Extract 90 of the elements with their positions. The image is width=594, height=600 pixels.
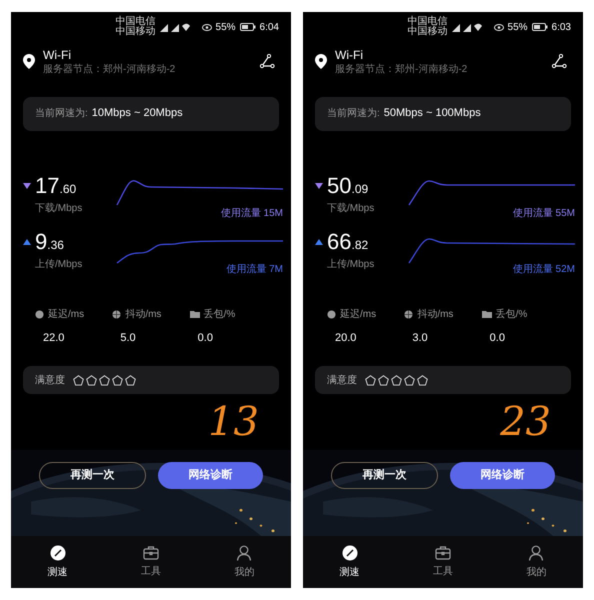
folder-icon xyxy=(482,310,492,318)
data-usage-label: 使用流量 15M xyxy=(220,208,283,218)
carrier-label: 中国移动 xyxy=(408,27,448,37)
star-icon[interactable] xyxy=(365,374,376,386)
briefcase-icon xyxy=(434,545,451,560)
signal-icon xyxy=(160,22,190,32)
handwritten-note: 13 xyxy=(208,402,259,447)
nav-tab[interactable]: 工具 xyxy=(104,545,198,579)
clock-time: 6:04 xyxy=(260,20,279,34)
battery-icon xyxy=(532,23,548,31)
server-node-label: 服务器节点：郑州-河南移动-2 xyxy=(335,64,468,76)
rate-label: 当前网速为: xyxy=(35,106,88,121)
metric-label: 延迟/ms xyxy=(48,308,84,322)
nav-tab[interactable]: 测速 xyxy=(303,544,396,580)
diagnose-button[interactable]: 网络诊断 xyxy=(450,462,555,489)
metric-value: 3.0 xyxy=(412,330,429,346)
globe-icon xyxy=(404,310,414,318)
eye-icon xyxy=(202,24,212,30)
person-icon xyxy=(236,544,252,560)
nav-tab[interactable]: 我的 xyxy=(198,544,291,580)
up-triangle-icon xyxy=(23,238,31,244)
star-icon[interactable] xyxy=(99,374,110,386)
rate-value: 10Mbps ~ 20Mbps xyxy=(92,106,183,122)
speed-unit-label: 下载/Mbps xyxy=(35,202,84,216)
carrier-label: 中国电信 xyxy=(116,17,156,27)
metric-label: 延迟/ms xyxy=(340,308,376,322)
speed-value: 66.82 xyxy=(327,230,368,252)
down-triangle-icon xyxy=(315,182,323,188)
down-triangle-icon xyxy=(23,182,31,188)
metric-label: 丢包/% xyxy=(496,308,528,322)
diagnose-button[interactable]: 网络诊断 xyxy=(158,462,263,489)
metric-value: 0.0 xyxy=(198,330,214,346)
clock-time: 6:03 xyxy=(552,20,571,34)
server-node-label: 服务器节点：郑州-河南移动-2 xyxy=(43,64,176,76)
network-name: Wi-Fi xyxy=(43,47,72,64)
handwritten-note: 23 xyxy=(500,402,551,447)
star-icon[interactable] xyxy=(378,374,389,386)
speed-value: 17.60 xyxy=(35,174,76,196)
battery-percent: 55% xyxy=(216,20,236,34)
star-icon[interactable] xyxy=(404,374,415,386)
data-usage-label: 使用流量 7M xyxy=(226,264,283,274)
metric-label: 抖动/ms xyxy=(125,308,162,322)
retest-button[interactable]: 再测一次 xyxy=(331,462,438,489)
retest-button[interactable]: 再测一次 xyxy=(39,462,146,489)
location-pin-icon xyxy=(23,54,35,69)
network-name: Wi-Fi xyxy=(335,47,364,64)
satisfaction-label: 满意度 xyxy=(35,374,65,388)
nav-tab[interactable]: 我的 xyxy=(490,544,583,580)
metric-value: 0.0 xyxy=(490,330,506,346)
person-icon xyxy=(528,544,544,560)
speed-value: 9.36 xyxy=(35,230,64,252)
star-icon[interactable] xyxy=(417,374,428,386)
gauge-icon xyxy=(342,544,358,560)
nav-tab[interactable]: 测速 xyxy=(11,544,104,580)
battery-icon xyxy=(240,23,256,31)
speed-unit-label: 上传/Mbps xyxy=(35,258,84,272)
speed-value: 50.09 xyxy=(327,174,368,196)
star-icon[interactable] xyxy=(125,374,136,386)
metric-value: 5.0 xyxy=(120,330,137,346)
gauge-icon xyxy=(50,544,66,560)
share-icon xyxy=(259,54,275,69)
star-icon[interactable] xyxy=(391,374,402,386)
data-usage-label: 使用流量 52M xyxy=(512,264,575,274)
briefcase-icon xyxy=(142,545,159,560)
rate-label: 当前网速为: xyxy=(327,106,380,121)
folder-icon xyxy=(190,310,200,318)
metric-value: 20.0 xyxy=(335,330,358,346)
nav-tab[interactable]: 工具 xyxy=(396,545,490,579)
battery-percent: 55% xyxy=(508,20,528,34)
satisfaction-label: 满意度 xyxy=(327,374,357,388)
data-usage-label: 使用流量 55M xyxy=(512,208,575,218)
speed-unit-label: 上传/Mbps xyxy=(327,258,376,272)
share-icon xyxy=(551,54,567,69)
eye-icon xyxy=(494,24,504,30)
speed-unit-label: 下载/Mbps xyxy=(327,202,376,216)
globe-icon xyxy=(112,310,122,318)
metric-label: 抖动/ms xyxy=(417,308,454,322)
star-icon[interactable] xyxy=(112,374,123,386)
metric-value: 22.0 xyxy=(43,330,66,346)
carrier-label: 中国电信 xyxy=(408,17,448,27)
star-icon[interactable] xyxy=(73,374,84,386)
carrier-label: 中国移动 xyxy=(116,27,156,37)
clock-icon xyxy=(35,310,44,318)
star-icon[interactable] xyxy=(86,374,97,386)
rate-value: 50Mbps ~ 100Mbps xyxy=(384,106,481,122)
location-pin-icon xyxy=(315,54,327,69)
up-triangle-icon xyxy=(315,238,323,244)
clock-icon xyxy=(327,310,336,318)
metric-label: 丢包/% xyxy=(204,308,236,322)
signal-icon xyxy=(452,22,482,32)
